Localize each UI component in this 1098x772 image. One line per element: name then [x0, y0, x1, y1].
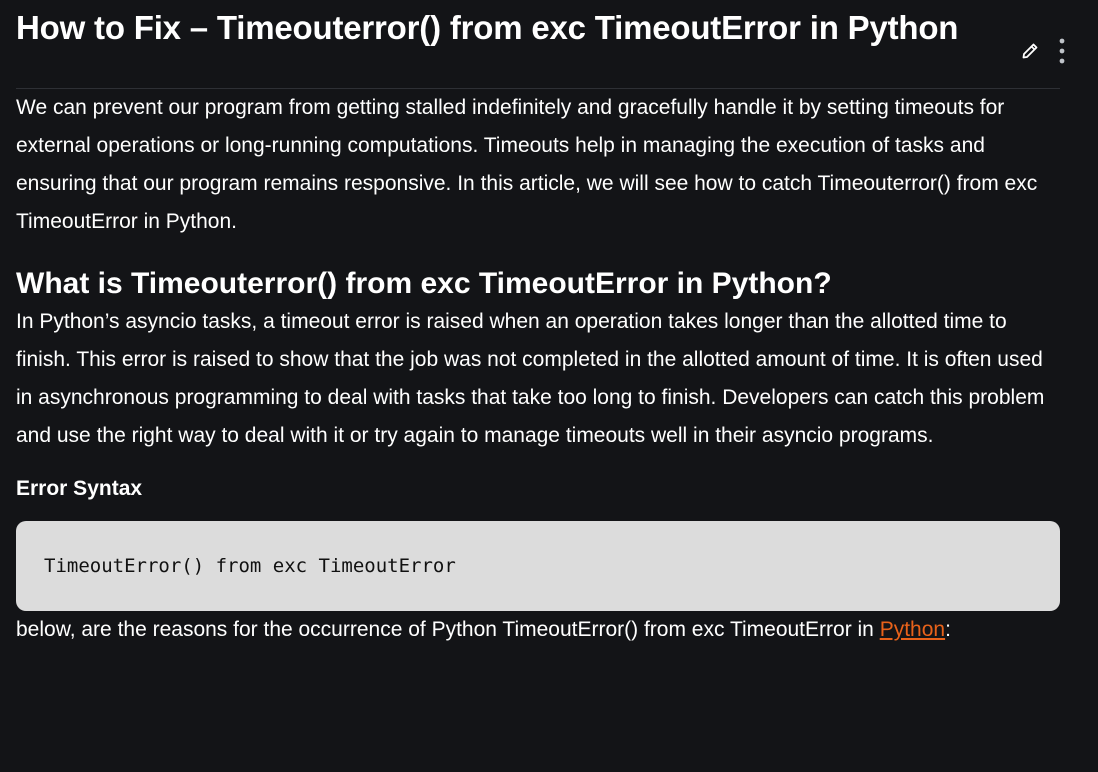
section-heading: What is Timeouterror() from exc TimeoutE… [16, 267, 832, 300]
page-title: How to Fix – Timeouterror() from exc Tim… [16, 9, 959, 46]
pencil-icon[interactable] [1020, 41, 1040, 61]
intro-paragraph: We can prevent our program from getting … [16, 96, 1038, 233]
python-link[interactable]: Python [880, 618, 945, 641]
syntax-heading: Error Syntax [16, 477, 143, 500]
title-row: How to Fix – Timeouterror() from exc Tim… [16, 0, 1065, 89]
reasons-paragraph: below, are the reasons for the occurrenc… [16, 611, 1060, 649]
title-actions [1020, 38, 1066, 64]
code-text: TimeoutError() from exc TimeoutError [44, 555, 456, 577]
section-paragraph: In Python’s asyncio tasks, a timeout err… [16, 310, 1045, 447]
code-block: TimeoutError() from exc TimeoutError [16, 521, 1060, 611]
reasons-text: below, are the reasons for the occurrenc… [16, 618, 880, 641]
reasons-suffix: : [945, 618, 951, 641]
article-page: How to Fix – Timeouterror() from exc Tim… [0, 0, 1098, 772]
vertical-dots-icon[interactable] [1058, 38, 1066, 64]
